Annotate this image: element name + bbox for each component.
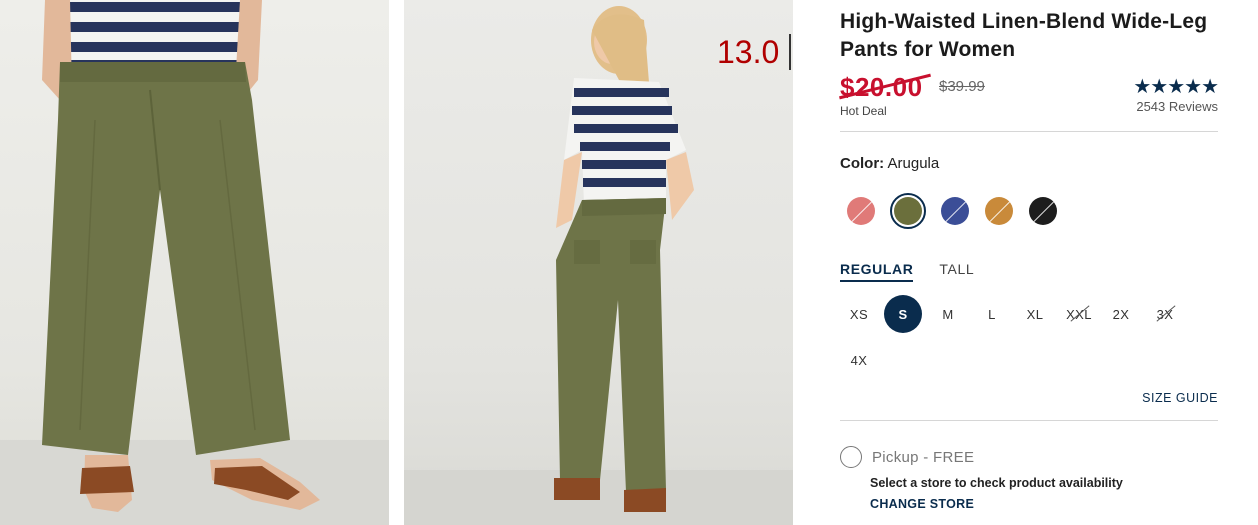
original-price: $39.99 <box>939 78 985 95</box>
color-selected-name: Arugula <box>887 155 940 172</box>
overlay-text: 13.0 <box>717 34 780 70</box>
size-option-xxl[interactable]: XXL <box>1060 295 1098 333</box>
size-option-xl[interactable]: XL <box>1016 295 1054 333</box>
pickup-radio[interactable] <box>840 446 862 468</box>
color-swatch-dot <box>1029 197 1057 225</box>
color-label: Color: Arugula <box>840 155 939 172</box>
pickup-option[interactable]: Pickup - FREE <box>840 446 974 468</box>
color-swatch-dot <box>941 197 969 225</box>
color-swatch-dot <box>894 197 922 225</box>
fit-tabs: REGULAR TALL <box>840 261 974 282</box>
product-title: High-Waisted Linen-Blend Wide-Leg Pants … <box>840 10 1208 61</box>
size-option-m[interactable]: M <box>929 295 967 333</box>
pickup-label: Pickup - FREE <box>872 448 975 466</box>
product-image-back[interactable] <box>404 0 793 525</box>
price-row: $20.00 $39.99 Hot Deal ★★★★★ 2543 Review… <box>839 72 1219 122</box>
color-swatch-dot <box>847 197 875 225</box>
store-note: Select a store to check product availabi… <box>870 476 1123 490</box>
color-swatch-4[interactable] <box>984 196 1014 226</box>
size-option-l[interactable]: L <box>973 295 1011 333</box>
deal-label: Hot Deal <box>840 104 887 118</box>
size-option-2x[interactable]: 2X <box>1102 295 1140 333</box>
size-guide-link[interactable]: SIZE GUIDE <box>1142 391 1218 405</box>
color-swatch-5[interactable] <box>1028 196 1058 226</box>
text-cursor <box>789 34 791 70</box>
color-swatch-2[interactable] <box>890 193 926 229</box>
color-swatch-3[interactable] <box>940 196 970 226</box>
rating-stars-icon[interactable]: ★★★★★ <box>1133 74 1219 99</box>
product-image-front[interactable] <box>0 0 389 525</box>
change-store-link[interactable]: CHANGE STORE <box>870 497 974 511</box>
size-option-s[interactable]: S <box>884 295 922 333</box>
size-option-xs[interactable]: XS <box>840 295 878 333</box>
color-label-title: Color: <box>840 155 885 172</box>
size-option-3x[interactable]: 3X <box>1146 295 1184 333</box>
color-swatch-1[interactable] <box>846 196 876 226</box>
divider <box>840 131 1218 132</box>
tab-tall[interactable]: TALL <box>939 261 974 282</box>
tab-regular[interactable]: REGULAR <box>840 261 914 282</box>
product-info-panel: High-Waisted Linen-Blend Wide-Leg Pants … <box>839 0 1219 525</box>
color-swatches <box>846 193 1058 229</box>
size-option-4x[interactable]: 4X <box>840 341 878 379</box>
reviews-link[interactable]: 2543 Reviews <box>1136 99 1218 114</box>
divider <box>840 420 1218 421</box>
color-swatch-dot <box>985 197 1013 225</box>
